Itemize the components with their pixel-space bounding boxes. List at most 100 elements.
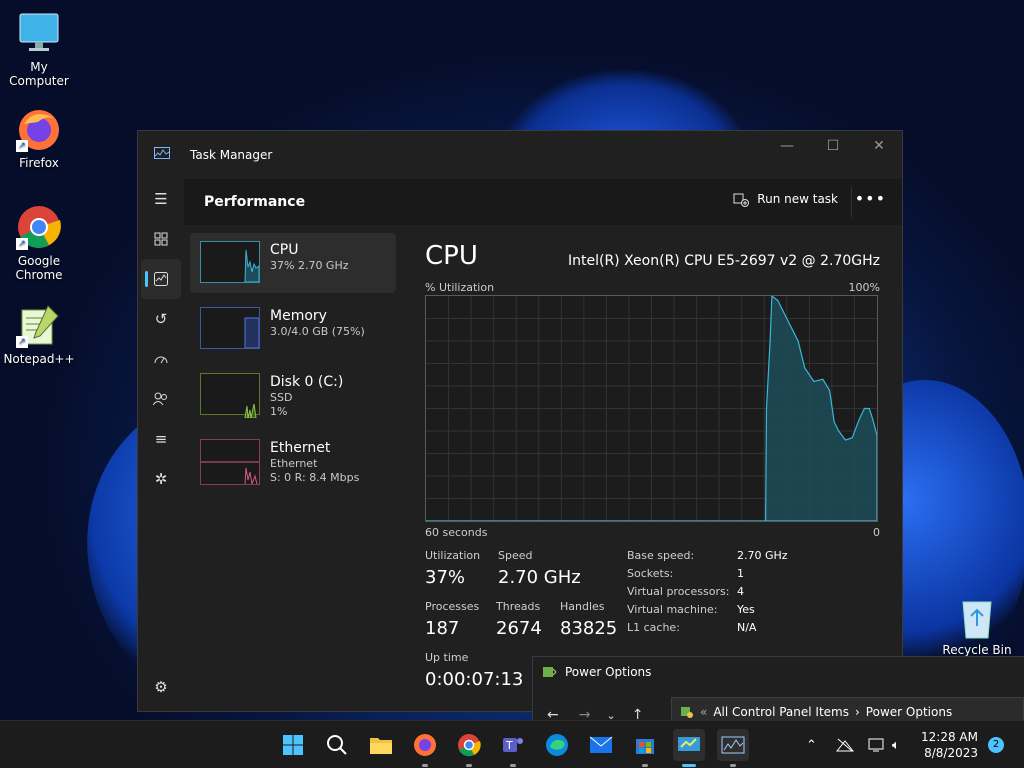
speed-value: 2.70 GHz <box>498 567 581 588</box>
power-options-title-bar[interactable]: Power Options <box>533 657 1024 687</box>
nav-details-icon[interactable]: ≡ <box>138 419 184 459</box>
spec-value: 4 <box>737 585 744 598</box>
desktop-icon-label: Google Chrome <box>15 254 63 282</box>
nav-settings-icon[interactable]: ⚙ <box>138 667 184 707</box>
volume-icon[interactable]: 🔈︎ <box>892 721 900 768</box>
taskbar-mail[interactable] <box>585 729 617 761</box>
breadcrumb-overflow[interactable]: « <box>700 705 707 719</box>
resource-item-memory[interactable]: Memory 3.0/4.0 GB (75%) <box>190 299 396 359</box>
maximize-button[interactable]: ☐ <box>810 131 856 163</box>
resource-detail: 37% 2.70 GHz <box>270 259 349 272</box>
running-indicator <box>730 764 736 767</box>
network-disconnected-icon[interactable] <box>836 721 854 768</box>
taskbar-chrome[interactable] <box>453 729 485 767</box>
taskbar-file-explorer[interactable] <box>365 729 397 761</box>
speed-label: Speed <box>498 549 533 562</box>
uptime-label: Up time <box>425 651 469 664</box>
start-button[interactable] <box>277 729 309 761</box>
taskbar-control-panel[interactable] <box>673 729 705 767</box>
ethernet-thumbnail-graph <box>200 439 260 486</box>
spec-key: L1 cache: <box>627 621 680 634</box>
svg-text:T: T <box>505 739 513 752</box>
resource-detail: 3.0/4.0 GB (75%) <box>270 325 365 338</box>
nav-services-icon[interactable]: ✲ <box>138 459 184 499</box>
resource-name: CPU <box>270 242 299 258</box>
utilization-max-label: 100% <box>848 281 880 294</box>
search-button[interactable] <box>321 729 353 761</box>
nav-processes-icon[interactable] <box>138 219 184 259</box>
cpu-model: Intel(R) Xeon(R) CPU E5-2697 v2 @ 2.70GH… <box>568 253 880 269</box>
run-new-task-label: Run new task <box>757 192 838 206</box>
desktop-icon-notepadpp[interactable]: ↗ Notepad++ <box>1 302 77 366</box>
taskbar: T ⌃ 🔈︎ 12:28 AM 8/8/2023 2 <box>0 720 1024 768</box>
firefox-icon: ↗ <box>16 106 62 152</box>
cpu-thumbnail-graph <box>200 241 260 283</box>
computer-icon <box>16 10 62 56</box>
resource-item-ethernet[interactable]: Ethernet Ethernet S: 0 R: 8.4 Mbps <box>190 431 396 491</box>
utilization-axis-label: % Utilization <box>425 281 495 294</box>
uptime-value: 0:00:07:13 <box>425 669 524 690</box>
cpu-utilization-graph <box>425 294 878 522</box>
resource-detail: Ethernet <box>270 457 318 470</box>
mail-icon <box>589 736 613 753</box>
run-new-task-button[interactable]: Run new task <box>733 191 838 207</box>
title-bar[interactable]: Task Manager — ☐ ✕ <box>138 131 902 179</box>
cpu-heading: CPU <box>425 241 478 271</box>
desktop-icon-recycle-bin[interactable]: Recycle Bin <box>942 596 1012 657</box>
show-hidden-icons-chevron[interactable]: ⌃ <box>806 721 817 768</box>
taskbar-teams[interactable]: T <box>497 729 529 767</box>
desktop-icon-chrome[interactable]: ↗ Google Chrome <box>1 204 77 282</box>
chrome-icon <box>458 734 481 757</box>
desktop-icon-label: My Computer <box>9 60 69 88</box>
graph-time-end-label: 0 <box>873 526 880 539</box>
spec-key: Base speed: <box>627 549 695 562</box>
nav-performance-icon[interactable] <box>141 259 181 299</box>
display-icon[interactable] <box>868 721 886 768</box>
graph-time-span-label: 60 seconds <box>425 526 488 539</box>
resource-detail: 1% <box>270 405 288 418</box>
resource-item-cpu[interactable]: CPU 37% 2.70 GHz <box>190 233 396 293</box>
taskbar-store[interactable] <box>629 729 661 767</box>
nav-app-history-icon[interactable]: ↺ <box>138 299 184 339</box>
desktop-icon-label: Notepad++ <box>3 352 75 366</box>
running-indicator <box>466 764 472 767</box>
spec-value: 2.70 GHz <box>737 549 788 562</box>
taskbar-edge[interactable] <box>541 729 573 761</box>
folder-icon <box>370 738 392 754</box>
more-options-button[interactable]: ••• <box>855 189 886 208</box>
resource-name: Ethernet <box>270 440 331 456</box>
handles-value: 83825 <box>560 618 618 639</box>
desktop-icon-label: Recycle Bin <box>942 643 1012 657</box>
cpu-panel: CPU Intel(R) Xeon(R) CPU E5-2697 v2 @ 2.… <box>425 233 880 703</box>
resource-detail: S: 0 R: 8.4 Mbps <box>270 471 360 484</box>
resource-name: Memory <box>270 308 327 324</box>
search-icon <box>327 735 347 755</box>
nav-startup-apps-icon[interactable] <box>138 339 184 379</box>
utilization-value: 37% <box>425 567 466 588</box>
task-manager-icon <box>721 736 745 754</box>
minimize-button[interactable]: — <box>764 131 810 163</box>
recycle-bin-icon <box>962 601 992 639</box>
task-manager-window: Task Manager — ☐ ✕ ☰ ↺ ≡ ✲ ⚙ Performance… <box>137 130 903 712</box>
nav-users-icon[interactable] <box>138 379 184 419</box>
breadcrumb-all-control-panel-items[interactable]: All Control Panel Items <box>713 705 849 719</box>
breadcrumb-power-options[interactable]: Power Options <box>866 705 952 719</box>
taskbar-task-manager[interactable] <box>717 729 749 767</box>
command-bar-divider <box>851 187 852 217</box>
taskbar-firefox[interactable] <box>409 729 441 767</box>
active-indicator <box>682 764 696 767</box>
notification-badge[interactable]: 2 <box>988 737 1004 753</box>
desktop-icon-my-computer[interactable]: My Computer <box>1 10 77 88</box>
handles-label: Handles <box>560 600 605 613</box>
window-title: Task Manager <box>190 148 273 162</box>
desktop-icon-firefox[interactable]: ↗ Firefox <box>1 106 77 170</box>
hamburger-menu-icon[interactable]: ☰ <box>138 179 184 219</box>
edge-icon <box>546 734 568 756</box>
close-button[interactable]: ✕ <box>856 131 902 163</box>
running-indicator <box>642 764 648 767</box>
processes-value: 187 <box>425 618 460 639</box>
system-clock[interactable]: 12:28 AM 8/8/2023 <box>918 729 978 761</box>
spec-value: 1 <box>737 567 744 580</box>
resource-item-disk[interactable]: Disk 0 (C:) SSD 1% <box>190 365 396 425</box>
command-bar: Performance Run new task ••• <box>184 179 902 225</box>
